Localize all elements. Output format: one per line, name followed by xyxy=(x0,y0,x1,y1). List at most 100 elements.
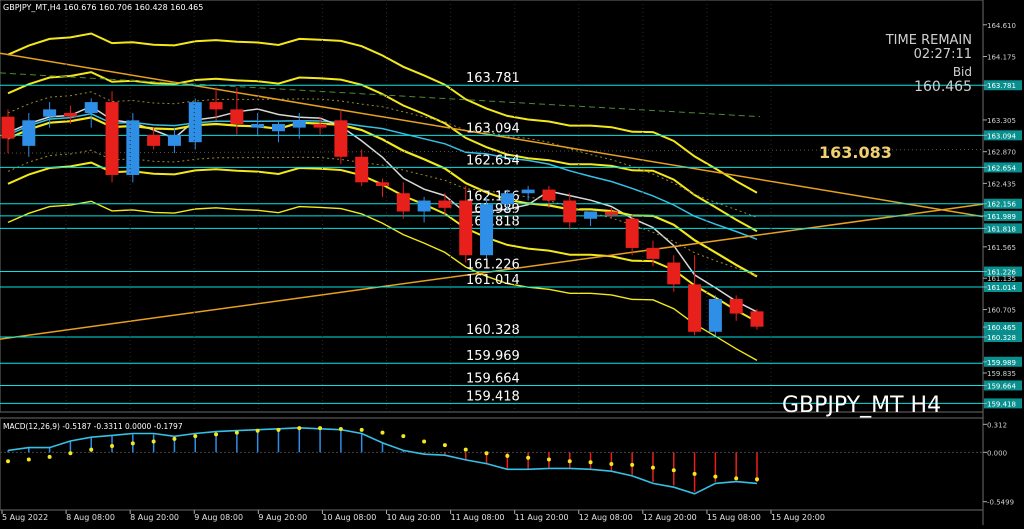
macd-signal-dot xyxy=(442,443,447,448)
bid-label: Bid xyxy=(953,65,972,79)
macd-axis-label: 0.000 xyxy=(987,449,1007,457)
time-axis-label: 15 Aug 08:00 xyxy=(707,513,761,522)
macd-signal-dot xyxy=(234,430,239,435)
upper-band-inner xyxy=(7,71,758,233)
price-axis-label: 164.175 xyxy=(987,54,1016,62)
level-label: 161.226 xyxy=(466,258,520,273)
candle-body xyxy=(480,204,494,256)
time-axis-label: 11 Aug 08:00 xyxy=(451,513,505,522)
dotted-cloud-lower xyxy=(7,149,758,277)
macd-signal-dot xyxy=(110,444,115,449)
macd-signal-dot xyxy=(172,436,177,441)
candle-body xyxy=(105,102,119,176)
macd-signal-dot xyxy=(422,439,427,444)
price-axis-label: 159.418 xyxy=(987,400,1016,408)
time-axis-label: 15 Aug 20:00 xyxy=(771,513,825,522)
candle-body xyxy=(667,262,681,285)
level-label: 159.969 xyxy=(466,349,520,364)
price-axis-label: 160.705 xyxy=(987,307,1016,315)
candle-body xyxy=(729,298,743,314)
candle-body xyxy=(292,120,306,128)
macd-signal-dot xyxy=(567,459,572,464)
price-axis-label: 159.835 xyxy=(987,370,1016,378)
macd-signal-dot xyxy=(463,447,468,452)
candle-body xyxy=(500,193,514,205)
macd-signal-dot xyxy=(546,457,551,462)
time-axis-label: 12 Aug 20:00 xyxy=(643,513,697,522)
macd-signal-dot xyxy=(255,428,260,433)
candle-body xyxy=(84,102,98,114)
candles xyxy=(1,87,764,336)
macd-indicator: 0.312 0.000 -0.5499 xyxy=(0,421,1014,507)
candle-body xyxy=(646,247,660,259)
time-remain-value: 02:27:11 xyxy=(914,47,972,62)
price-axis-label: 164.610 xyxy=(987,22,1016,30)
price-axis-label: 162.654 xyxy=(987,164,1016,172)
candle-body xyxy=(604,211,618,216)
macd-signal-dot xyxy=(630,462,635,467)
macd-signal-dot xyxy=(6,459,10,464)
macd-signal-dot xyxy=(297,426,302,431)
time-axis-label: 10 Aug 20:00 xyxy=(387,513,441,522)
candle-body xyxy=(126,120,140,176)
level-label: 163.094 xyxy=(466,121,520,136)
time-axis-label: 8 Aug 08:00 xyxy=(66,513,115,522)
level-label: 159.418 xyxy=(466,389,520,404)
price-axis-label: 161.014 xyxy=(987,284,1016,292)
macd-signal-dot xyxy=(588,460,593,465)
candle-body xyxy=(355,156,369,183)
macd-header: MACD(12,26,9) -0.5187 -0.3311 0.0000 -0.… xyxy=(3,422,183,431)
candle-body xyxy=(22,120,36,146)
bid-value: 160.465 xyxy=(914,79,972,95)
level-label: 162.654 xyxy=(466,153,520,168)
candle-body xyxy=(147,134,161,146)
time-axis-label: 8 Aug 20:00 xyxy=(130,513,179,522)
candle-body xyxy=(251,123,265,128)
time-axis-label: 11 Aug 20:00 xyxy=(515,513,569,522)
chart-window: 163.781 163.094 162.654 162.156 161.989 161.8… xyxy=(0,0,1024,525)
macd-signal-dot xyxy=(713,474,718,479)
time-axis-label: 12 Aug 08:00 xyxy=(579,513,633,522)
candle-body xyxy=(459,200,473,256)
macd-signal-dot xyxy=(359,427,364,432)
candle-body xyxy=(563,200,577,223)
macd-signal-dot xyxy=(68,451,73,456)
middle-moving-average xyxy=(7,116,758,278)
macd-signal-dot xyxy=(276,427,281,432)
macd-signal-dot xyxy=(734,476,739,481)
upper-band-outer xyxy=(7,32,758,194)
time-axis-label: 5 Aug 2022 xyxy=(2,513,48,522)
macd-signal-dot xyxy=(338,426,343,431)
price-axis-label: 163.094 xyxy=(987,132,1016,140)
macd-panel-frame xyxy=(0,417,984,511)
macd-signal-dot xyxy=(671,468,676,473)
candle-body xyxy=(625,218,639,248)
price-chart[interactable]: 163.781 163.094 162.654 162.156 161.989 161.8… xyxy=(0,0,1024,525)
candle-body xyxy=(521,189,535,194)
macd-signal-dot xyxy=(151,439,156,444)
macd-signal-dot xyxy=(130,441,135,446)
candle-body xyxy=(334,120,348,157)
candle-body xyxy=(1,116,15,139)
macd-signal-dot xyxy=(47,454,52,459)
white-moving-average xyxy=(7,105,758,313)
macd-signal-dot xyxy=(755,477,759,482)
macd-line xyxy=(7,426,758,495)
macd-signal-dot xyxy=(505,453,510,458)
level-label: 161.014 xyxy=(466,273,520,288)
candle-body xyxy=(43,109,57,117)
candle-body xyxy=(542,189,556,201)
price-axis-label: 161.989 xyxy=(987,213,1016,221)
candle-body xyxy=(376,182,389,186)
level-label: 159.664 xyxy=(466,371,520,386)
macd-signal-dot xyxy=(318,426,323,431)
macd-signal-dot xyxy=(526,455,531,460)
candle-body xyxy=(188,102,202,143)
candle-body xyxy=(417,200,431,212)
price-axis-label: 160.465 xyxy=(987,324,1016,332)
price-axis-label: 161.818 xyxy=(987,225,1016,233)
price-axis-label: 161.135 xyxy=(987,275,1016,283)
candle-body xyxy=(584,211,598,219)
price-axis-label: 162.870 xyxy=(987,149,1016,157)
time-remain-label: TIME REMAIN xyxy=(885,33,972,48)
